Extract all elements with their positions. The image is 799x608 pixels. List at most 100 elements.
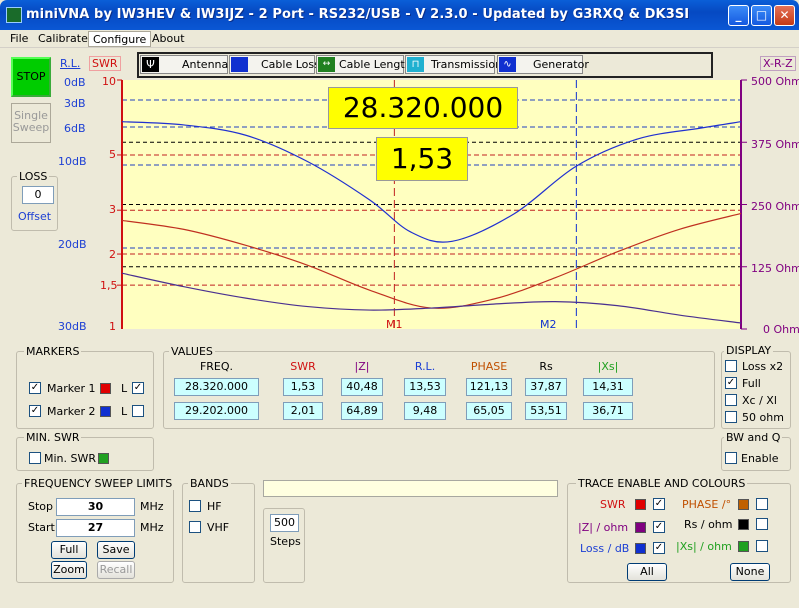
rl-tick: 30dB (58, 320, 87, 333)
display-checkbox[interactable] (725, 411, 737, 423)
close-button[interactable]: ✕ (774, 5, 795, 26)
mode-transmission-button[interactable]: ⊓ Transmission (405, 55, 502, 74)
values-cell: 37,87 (525, 378, 567, 396)
display-checkbox[interactable] (725, 394, 737, 406)
display-label: Loss x2 (742, 360, 784, 373)
start-frequency-input[interactable]: 27 (56, 519, 135, 537)
display-label: Xc / Xl (742, 394, 777, 407)
mode-cable-loss-button[interactable]: Cable Loss (229, 55, 320, 74)
trace-swr-label: SWR (600, 498, 626, 511)
mode-antenna-button[interactable]: Ψ Antenna (140, 55, 228, 74)
rl-tick: 6dB (64, 122, 86, 135)
trace-rs-color[interactable] (738, 519, 749, 530)
cable-loss-icon (231, 57, 248, 72)
mode-cable-length-button[interactable]: ↔ Cable Length (316, 55, 412, 74)
values-cell: 29.202.000 (174, 402, 259, 420)
values-header: PHASE (470, 360, 508, 373)
hf-label: HF (207, 500, 222, 513)
min-swr-label: Min. SWR (44, 452, 97, 465)
maximize-button[interactable]: □ (751, 5, 772, 26)
marker2-l-checkbox[interactable] (132, 405, 144, 417)
bwq-checkbox[interactable] (725, 452, 737, 464)
recall-button[interactable]: Recall (97, 561, 135, 579)
sweep-title: FREQUENCY SWEEP LIMITS (22, 477, 175, 490)
marker2-label-text: Marker 2 (47, 405, 96, 418)
steps-label: Steps (270, 535, 301, 548)
values-header: |Xs| (597, 360, 619, 373)
values-cell: 65,05 (466, 402, 512, 420)
markers-title: MARKERS (24, 345, 82, 358)
mode-generator-button[interactable]: ∿ Generator (497, 55, 589, 74)
rl-axis-header: R.L. (60, 57, 81, 70)
ohm-tick: 125 Ohm (751, 262, 799, 275)
trace-none-button[interactable]: None (730, 563, 770, 581)
menu-calibrate[interactable]: Calibrate (34, 31, 92, 47)
display-label: 50 ohm (742, 411, 784, 424)
single-sweep-button[interactable]: Single Sweep (11, 103, 51, 143)
display-checkbox[interactable] (725, 360, 737, 372)
min-swr-title: MIN. SWR (24, 431, 82, 444)
start-unit: MHz (140, 521, 164, 534)
stop-label: Stop (28, 500, 54, 513)
values-header: R.L. (414, 360, 436, 373)
full-button[interactable]: Full (51, 541, 87, 559)
trace-xs-checkbox[interactable] (756, 540, 768, 552)
menu-configure[interactable]: Configure (88, 31, 152, 47)
loss-offset-input[interactable]: 0 (22, 186, 54, 204)
values-cell: 121,13 (466, 378, 512, 396)
min-swr-checkbox[interactable] (29, 452, 41, 464)
values-header: SWR (290, 360, 316, 373)
minimize-button[interactable]: _ (728, 5, 749, 26)
bwq-title: BW and Q (724, 431, 783, 444)
rl-tick: 0dB (64, 76, 86, 89)
frequency-readout: 28.320.000 (328, 87, 518, 129)
transmission-icon: ⊓ (407, 57, 424, 72)
trace-swr-checkbox[interactable]: ✓ (653, 498, 665, 510)
mode-label: Antenna (182, 58, 229, 71)
mode-label: Generator (533, 58, 589, 71)
trace-z-checkbox[interactable]: ✓ (653, 521, 665, 533)
rl-tick: 10dB (58, 155, 87, 168)
values-title: VALUES (169, 345, 215, 358)
swr-tick: 10 (102, 75, 116, 88)
trace-rs-checkbox[interactable] (756, 518, 768, 530)
trace-phase-color[interactable] (738, 499, 749, 510)
zoom-button[interactable]: Zoom (51, 561, 87, 579)
ohm-tick: 0 Ohm (763, 323, 799, 336)
trace-xs-color[interactable] (738, 541, 749, 552)
swr-readout: 1,53 (376, 137, 468, 181)
swr-tick: 3 (109, 203, 116, 216)
trace-phase-checkbox[interactable] (756, 498, 768, 510)
marker1-l-checkbox[interactable]: ✓ (132, 382, 144, 394)
values-cell: 9,48 (404, 402, 446, 420)
min-swr-color[interactable] (98, 453, 109, 464)
menu-about[interactable]: About (148, 31, 189, 47)
trace-loss-color[interactable] (635, 543, 646, 554)
rl-tick: 20dB (58, 238, 87, 251)
vhf-checkbox[interactable] (189, 521, 201, 533)
marker1-color[interactable] (100, 383, 111, 394)
stop-button[interactable]: STOP (11, 57, 51, 97)
trace-z-color[interactable] (635, 522, 646, 533)
marker2-label: M2 (540, 318, 557, 331)
marker2-checkbox[interactable]: ✓ (29, 405, 41, 417)
bwq-label: Enable (741, 452, 779, 465)
loss-offset-label: Offset (18, 210, 52, 223)
trace-swr-color[interactable] (635, 499, 646, 510)
marker1-label-text: Marker 1 (47, 382, 96, 395)
trace-all-button[interactable]: All (627, 563, 667, 581)
display-label: Full (742, 377, 761, 390)
display-checkbox[interactable]: ✓ (725, 377, 737, 389)
menu-file[interactable]: File (6, 31, 32, 47)
steps-input[interactable]: 500 (270, 514, 299, 532)
marker1-checkbox[interactable]: ✓ (29, 382, 41, 394)
swr-tick: 2 (109, 248, 116, 261)
marker2-color[interactable] (100, 406, 111, 417)
trace-title: TRACE ENABLE AND COLOURS (576, 477, 748, 490)
xrz-axis-header: X-R-Z (760, 56, 796, 71)
values-cell: 14,31 (583, 378, 633, 396)
hf-checkbox[interactable] (189, 500, 201, 512)
trace-loss-checkbox[interactable]: ✓ (653, 542, 665, 554)
stop-frequency-input[interactable]: 30 (56, 498, 135, 516)
save-button[interactable]: Save (97, 541, 135, 559)
